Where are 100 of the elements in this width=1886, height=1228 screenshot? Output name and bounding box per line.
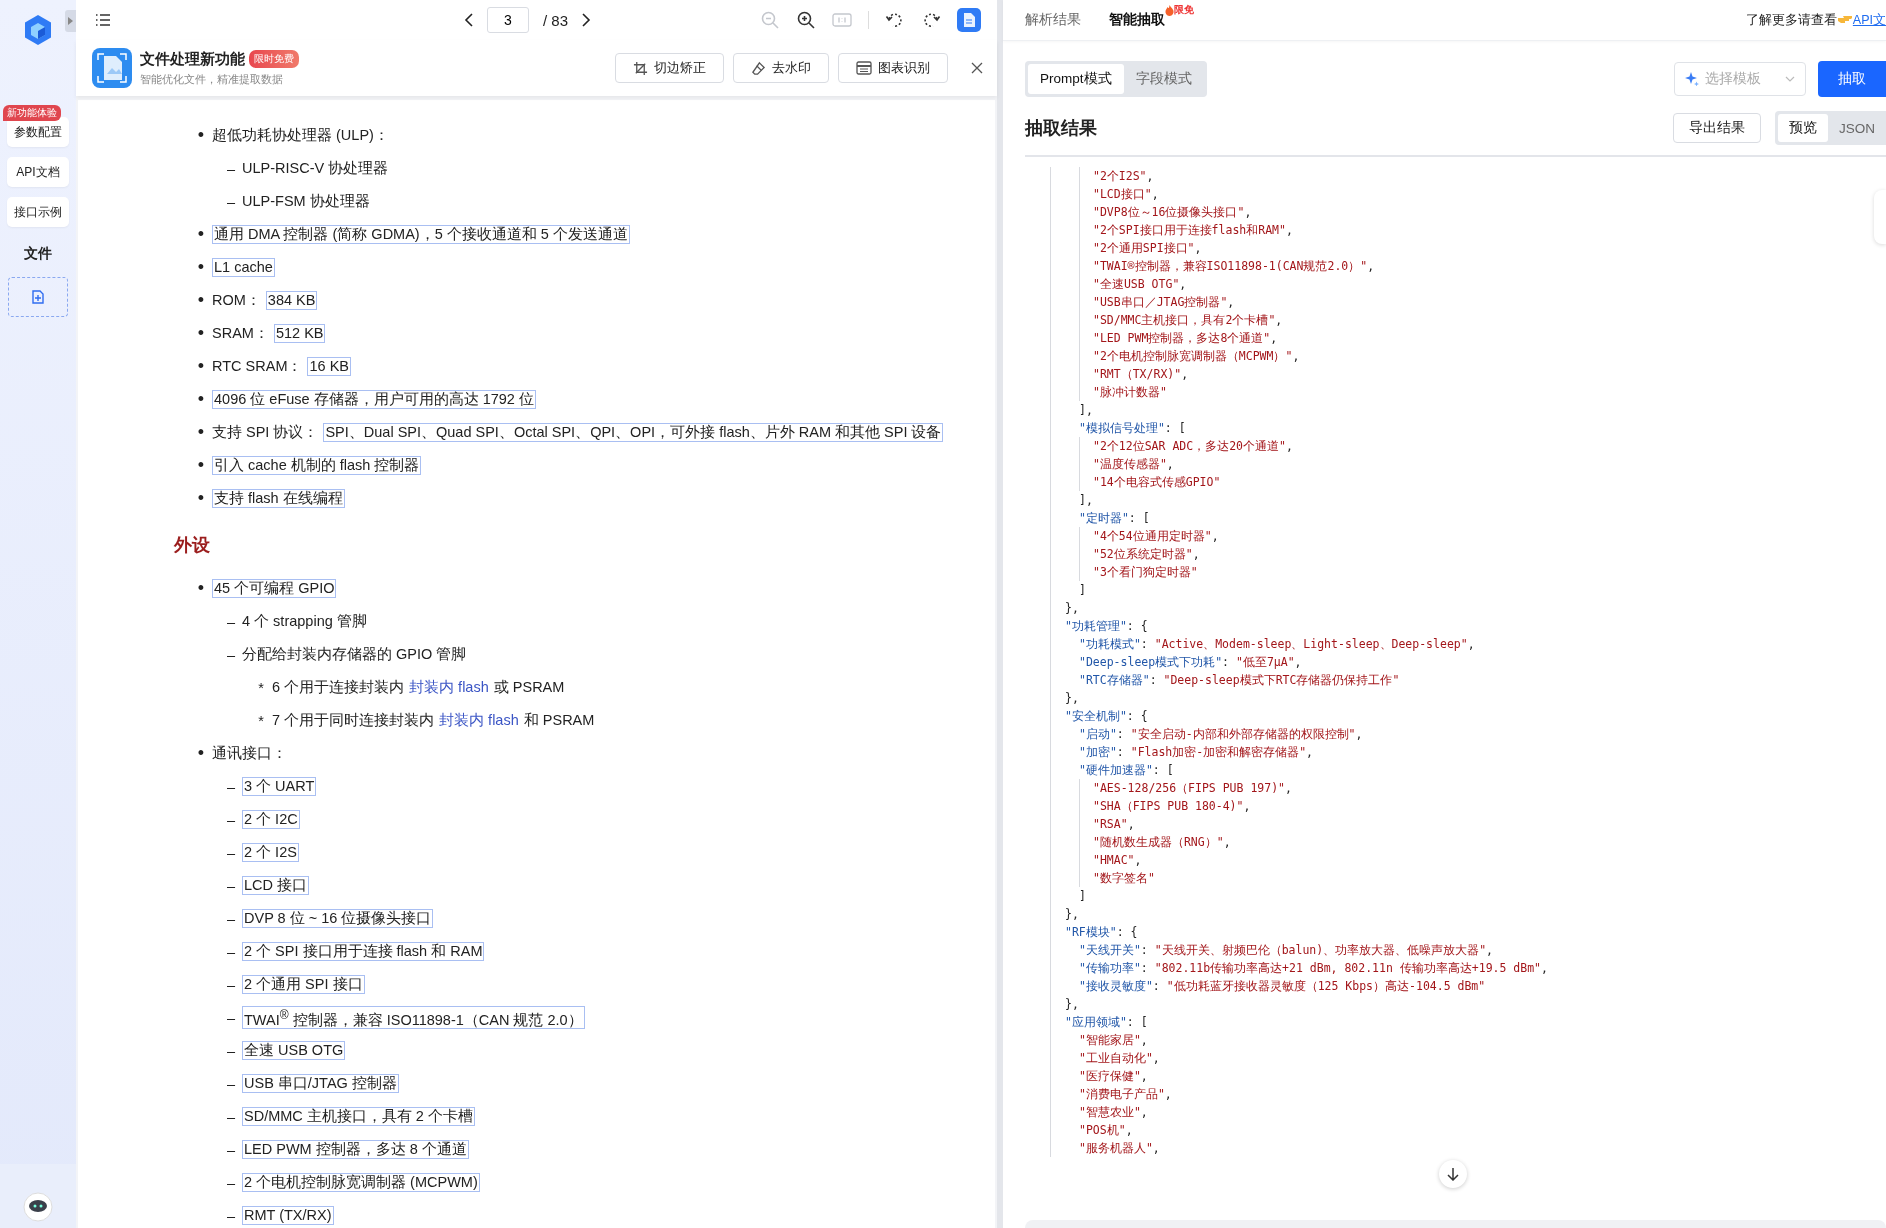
highlighted-text[interactable]: 2 个通用 SPI 接口 bbox=[242, 975, 365, 994]
code-line: "医疗保健", bbox=[1079, 1068, 1148, 1085]
highlighted-text[interactable]: 2 个电机控制脉宽调制器 (MCPWM) bbox=[242, 1173, 480, 1192]
highlighted-text[interactable]: 支持 flash 在线编程 bbox=[212, 489, 345, 508]
bullet-marker: • bbox=[196, 224, 206, 245]
highlighted-text[interactable]: TWAI$^{®}$ 控制器，兼容 ISO11898-1（CAN 规范 2.0） bbox=[242, 1005, 585, 1030]
highlighted-text[interactable]: 384 KB bbox=[265, 291, 318, 310]
close-icon[interactable] bbox=[971, 62, 983, 74]
highlighted-text[interactable]: 通用 DMA 控制器 (简称 GDMA)，5 个接收通道和 5 个发送通道 bbox=[212, 225, 630, 244]
zoom-in-icon[interactable] bbox=[796, 10, 816, 30]
robot-avatar-icon[interactable] bbox=[23, 1192, 53, 1222]
code-line: "2个I2S", bbox=[1093, 168, 1154, 185]
list-item-text: ULP-RISC-V 协处理器 bbox=[242, 159, 389, 178]
code-line: "2个电机控制脉宽调制器（MCPWM）", bbox=[1093, 348, 1300, 365]
list-marker: – bbox=[225, 1174, 237, 1191]
code-line: "工业自动化", bbox=[1079, 1050, 1160, 1067]
list-marker: – bbox=[225, 844, 237, 861]
code-line: "HMAC", bbox=[1093, 852, 1142, 869]
highlighted-text[interactable]: 2 个 I2S bbox=[242, 843, 299, 862]
code-line: "TWAI®控制器，兼容ISO11898-1(CAN规范2.0）", bbox=[1093, 258, 1375, 275]
logo-icon[interactable] bbox=[23, 14, 53, 46]
caret-icon bbox=[68, 17, 73, 25]
tool-button[interactable]: 图表识别 bbox=[838, 53, 948, 83]
list-marker: * bbox=[257, 712, 265, 729]
tool-button[interactable]: 切边矫正 bbox=[615, 53, 724, 83]
sidebar-button[interactable]: 参数配置 bbox=[7, 117, 69, 147]
extract-button[interactable]: 抽取 bbox=[1818, 61, 1886, 97]
link[interactable]: 封装内 flash bbox=[409, 678, 489, 697]
section-label: 文件 bbox=[24, 245, 52, 263]
highlighted-text[interactable]: 2 个 SPI 接口用于连接 flash 和 RAM bbox=[242, 942, 485, 961]
code-line: "传输功率": "802.11b传输功率高达+21 dBm, 802.11n 传输功率高达+19.5 dBm", bbox=[1079, 960, 1548, 977]
expand-handle[interactable] bbox=[65, 10, 76, 32]
list-item-text: 4 个 strapping 管脚 bbox=[242, 612, 367, 631]
bullet-marker: • bbox=[196, 488, 206, 509]
list-item-text: 7 个用于同时连接封装内 bbox=[272, 711, 435, 730]
bullet-marker: • bbox=[196, 323, 206, 344]
app-icon bbox=[92, 48, 132, 88]
highlighted-text[interactable]: 引入 cache 机制的 flash 控制器 bbox=[212, 456, 422, 475]
highlighted-text[interactable]: SPI、Dual SPI、Quad SPI、Octal SPI、QPI、OPI，可外接 flash、片外 RAM 和其他 SPI 设备 bbox=[323, 423, 944, 442]
highlighted-text[interactable]: 3 个 UART bbox=[242, 777, 317, 796]
code-line: "安全机制": { bbox=[1065, 708, 1148, 725]
code-line: "服务机器人", bbox=[1079, 1140, 1160, 1157]
promo-badge: 限时免费 bbox=[249, 50, 299, 68]
menu-icon[interactable] bbox=[96, 14, 110, 26]
mode-option[interactable]: 字段模式 bbox=[1123, 64, 1204, 94]
tab[interactable]: 智能抽取 bbox=[1109, 11, 1165, 29]
upload-area[interactable] bbox=[8, 277, 68, 317]
code-line: }, bbox=[1065, 996, 1079, 1013]
highlighted-text[interactable]: 2 个 I2C bbox=[242, 810, 300, 829]
bullet-marker: • bbox=[196, 422, 206, 443]
highlighted-text[interactable]: LCD 接口 bbox=[242, 876, 310, 895]
scroll-down-button[interactable] bbox=[1439, 1160, 1467, 1188]
highlighted-text[interactable]: SD/MMC 主机接口，具有 2 个卡槽 bbox=[242, 1107, 475, 1126]
highlighted-text[interactable]: 4096 位 eFuse 存储器，用户可用的高达 1792 位 bbox=[212, 390, 536, 409]
page-total: / 83 bbox=[543, 11, 569, 29]
file-icon[interactable] bbox=[957, 8, 981, 32]
list-marker: – bbox=[225, 646, 237, 663]
previous-page-icon[interactable] bbox=[464, 13, 473, 27]
highlighted-text[interactable]: 512 KB bbox=[273, 324, 326, 343]
highlighted-text[interactable]: 全速 USB OTG bbox=[242, 1041, 346, 1060]
highlighted-text[interactable]: L1 cache bbox=[212, 258, 275, 277]
code-line: "智能家居", bbox=[1079, 1032, 1148, 1049]
arrow-down-icon bbox=[1447, 1167, 1459, 1181]
export-button[interactable]: 导出结果 bbox=[1673, 113, 1761, 143]
list-marker: – bbox=[225, 613, 237, 630]
code-line: "脉冲计数器" bbox=[1093, 384, 1167, 401]
code-line: "智慧农业", bbox=[1079, 1104, 1148, 1121]
code-line: "RSA", bbox=[1093, 816, 1135, 833]
highlighted-text[interactable]: DVP 8 位 ~ 16 位摄像头接口 bbox=[242, 909, 434, 928]
list-marker: – bbox=[225, 1207, 237, 1224]
mode-option[interactable]: Prompt模式 bbox=[1028, 64, 1124, 94]
code-line: "加密": "Flash加密-加密和解密存储器", bbox=[1079, 744, 1314, 761]
code-line: "LED PWM控制器，多达8个通道", bbox=[1093, 330, 1278, 347]
list-marker: – bbox=[225, 1009, 237, 1026]
highlighted-text[interactable]: 16 KB bbox=[307, 357, 351, 376]
tab[interactable]: 解析结果 bbox=[1025, 11, 1081, 29]
page-input[interactable]: 3 bbox=[487, 7, 529, 33]
list-item-text: ROM： bbox=[212, 291, 261, 310]
flame-icon bbox=[1165, 4, 1174, 16]
tool-button[interactable]: 去水印 bbox=[733, 53, 829, 83]
next-page-icon[interactable] bbox=[582, 13, 592, 27]
code-line: "硬件加速器": [ bbox=[1079, 762, 1174, 779]
view-option[interactable]: 预览 bbox=[1778, 114, 1828, 142]
table-icon bbox=[856, 61, 872, 75]
highlighted-text[interactable]: USB 串口/JTAG 控制器 bbox=[242, 1074, 399, 1093]
code-line: "温度传感器", bbox=[1093, 456, 1174, 473]
api-link[interactable]: API文 bbox=[1852, 11, 1886, 29]
code-line: "功耗管理": { bbox=[1065, 618, 1148, 635]
list-marker: – bbox=[225, 910, 237, 927]
list-marker: – bbox=[225, 877, 237, 894]
highlighted-text[interactable]: 45 个可编程 GPIO bbox=[212, 579, 337, 598]
sidebar-button[interactable]: API文档 bbox=[7, 157, 69, 187]
list-item-text: SRAM： bbox=[212, 324, 269, 343]
highlighted-text[interactable]: LED PWM 控制器，多达 8 个通道 bbox=[242, 1140, 469, 1159]
link[interactable]: 封装内 flash bbox=[439, 711, 519, 730]
highlighted-text[interactable]: RMT (TX/RX) bbox=[242, 1206, 334, 1225]
code-line: "全速USB OTG", bbox=[1093, 276, 1187, 293]
code-line: ] bbox=[1079, 888, 1086, 905]
sidebar-button[interactable]: 接口示例 bbox=[7, 197, 69, 227]
view-option[interactable]: JSON bbox=[1828, 114, 1886, 142]
